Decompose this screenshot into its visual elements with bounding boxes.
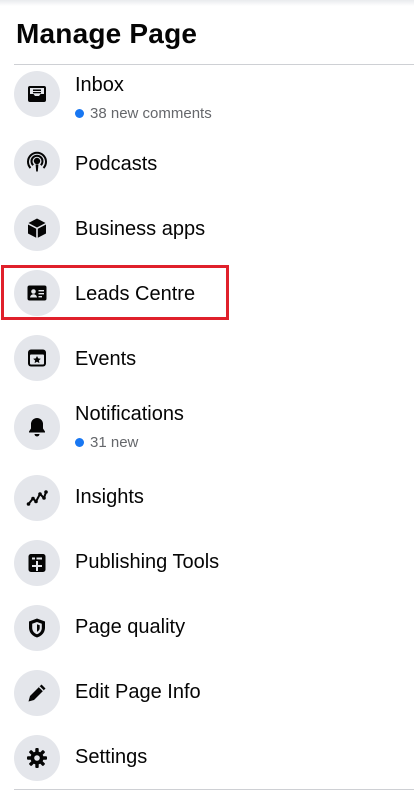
unread-dot [75,109,84,118]
page-title: Manage Page [16,18,198,49]
pencil-icon [14,670,60,716]
inbox-icon [14,71,60,117]
podcast-icon [14,140,60,186]
menu-item-label: Leads Centre [75,283,196,305]
shield-icon [14,605,60,651]
calendar-star-icon [14,335,60,381]
notifications-status: 31 new [75,434,138,451]
menu-item-notifications[interactable]: Notifications 31 new [0,390,414,455]
notifications-new-count: 31 new [90,434,139,451]
menu-item-label: Edit Page Info [75,681,201,703]
inbox-status: 38 new comments [75,105,212,122]
inbox-new-comments: 38 new comments [90,105,212,122]
contact-card-icon [14,270,60,316]
footer-divider [14,789,414,790]
menu-item-label: Insights [75,486,144,508]
menu-item-events[interactable]: Events [0,325,414,390]
menu-item-label: Inbox [75,74,124,96]
cube-icon [14,205,60,251]
menu-item-label: Podcasts [75,153,158,175]
menu-item-podcasts[interactable]: Podcasts [0,130,414,195]
menu-item-label: Events [75,348,137,370]
gear-icon [14,735,60,781]
menu-item-settings[interactable]: Settings [0,725,414,790]
menu-item-label: Notifications [75,403,184,425]
menu-item-label: Business apps [75,218,206,240]
top-bar-shadow [0,0,414,6]
menu-item-business-apps[interactable]: Business apps [0,195,414,260]
menu-item-page-quality[interactable]: Page quality [0,595,414,660]
menu-item-leads-centre[interactable]: Leads Centre [0,260,414,325]
menu-item-label: Publishing Tools [75,551,220,573]
publishing-tools-icon [14,540,60,586]
bell-icon [14,404,60,450]
menu-item-publishing-tools[interactable]: Publishing Tools [0,530,414,595]
line-chart-icon [14,475,60,521]
menu-item-label: Settings [75,746,148,768]
menu-item-edit-page-info[interactable]: Edit Page Info [0,660,414,725]
menu-item-inbox[interactable]: Inbox 38 new comments [0,65,414,130]
menu-item-insights[interactable]: Insights [0,465,414,530]
menu-item-label: Page quality [75,616,186,638]
unread-dot [75,438,84,447]
